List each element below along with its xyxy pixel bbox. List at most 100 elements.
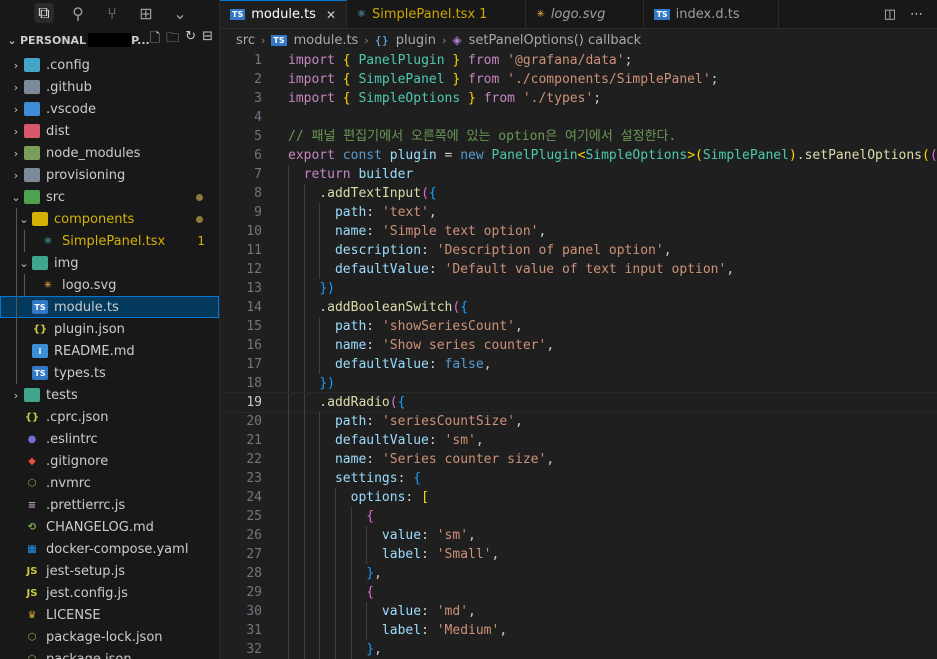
line-number: 23	[246, 471, 262, 486]
collapse-all-icon[interactable]: ⊟	[202, 29, 213, 51]
code-line: 28 },	[220, 564, 937, 583]
line-number: 22	[246, 452, 262, 467]
indent-guide	[16, 296, 17, 318]
extensions-icon[interactable]: ⊞	[136, 3, 156, 23]
code-line: 17 defaultValue: false,	[220, 355, 937, 374]
tree-item-label: dist	[46, 123, 70, 139]
tree-item[interactable]: › .config	[0, 54, 219, 76]
tree-item[interactable]: › tests	[0, 384, 219, 406]
tree-item-label: module.ts	[54, 299, 119, 315]
chevron-down-icon: ⌄	[11, 190, 21, 204]
code-line: 14 .addBooleanSwitch({	[220, 298, 937, 317]
tree-item-label: LICENSE	[46, 607, 101, 623]
tree-item-label: .prettierrc.js	[46, 497, 126, 513]
tree-item-label: .cprc.json	[46, 409, 109, 425]
tree-item[interactable]: i README.md	[0, 340, 219, 362]
tree-item-label: CHANGELOG.md	[46, 519, 154, 535]
tree-item[interactable]: ⬡ .nvmrc	[0, 472, 219, 494]
chevron-right-icon: ›	[13, 124, 19, 138]
source-control-icon[interactable]: ⑂	[102, 3, 122, 23]
code-text: path: 'text',	[334, 205, 437, 220]
tree-item[interactable]: › .github	[0, 76, 219, 98]
code-editor[interactable]: 1 import { PanelPlugin } from '@grafana/d…	[220, 51, 937, 659]
tree-item[interactable]: ⌄ components	[0, 208, 219, 230]
code-line: 15 path: 'showSeriesCount',	[220, 317, 937, 336]
line-number: 1	[254, 53, 262, 68]
chevron-right-icon: ›	[13, 58, 19, 72]
code-text: name: 'Show series counter',	[334, 338, 555, 353]
code-line: 24 options: [	[220, 488, 937, 507]
code-line: 19 .addRadio({	[220, 392, 937, 413]
search-icon[interactable]: ⚲	[68, 3, 88, 23]
tree-item[interactable]: TS module.ts	[0, 296, 219, 318]
code-text: label: 'Small',	[381, 547, 500, 562]
code-text: description: 'Description of panel optio…	[334, 243, 672, 258]
npm-icon: ⬡	[27, 631, 37, 643]
tree-item[interactable]: › provisioning	[0, 164, 219, 186]
line-number: 21	[246, 433, 262, 448]
breadcrumb-item[interactable]: plugin	[396, 33, 436, 48]
chevron-down-icon[interactable]: ⌄	[170, 3, 190, 23]
tree-item[interactable]: › node_modules	[0, 142, 219, 164]
react-icon: ⚛	[43, 235, 53, 247]
tree-item-label: jest.config.js	[46, 585, 128, 601]
tree-item[interactable]: ♛ LICENSE	[0, 604, 219, 626]
editor-tab[interactable]: TS index.d.ts	[644, 0, 779, 28]
line-number: 8	[254, 186, 262, 201]
chevron-right-icon: ›	[13, 80, 19, 94]
tree-item[interactable]: ≡ .prettierrc.js	[0, 494, 219, 516]
typescript-icon: TS	[230, 9, 246, 20]
tree-item[interactable]: › .vscode	[0, 98, 219, 120]
refresh-icon[interactable]: ↻	[185, 29, 196, 51]
chevron-right-icon: ›	[13, 146, 19, 160]
tree-item[interactable]: ● .eslintrc	[0, 428, 219, 450]
line-number: 28	[246, 566, 262, 581]
split-editor-icon[interactable]: ◫	[884, 7, 896, 22]
close-icon[interactable]: ✕	[326, 8, 336, 22]
tree-item[interactable]: ⌄ src	[0, 186, 219, 208]
code-line: 2 import { SimplePanel } from './componen…	[220, 70, 937, 89]
tree-item[interactable]: ▦ docker-compose.yaml	[0, 538, 219, 560]
code-line: 16 name: 'Show series counter',	[220, 336, 937, 355]
tree-item[interactable]: ⬡ package-lock.json	[0, 626, 219, 648]
tree-item[interactable]: ◆ .gitignore	[0, 450, 219, 472]
breadcrumb-item[interactable]: module.ts	[294, 33, 359, 48]
tree-item[interactable]: ⚛ SimplePanel.tsx 1	[0, 230, 219, 252]
code-text: {	[366, 585, 375, 600]
new-folder-icon[interactable]: 🗀	[166, 29, 179, 51]
tree-item[interactable]: TS types.ts	[0, 362, 219, 384]
line-number: 19	[246, 395, 262, 410]
editor-tab[interactable]: ✳ logo.svg	[526, 0, 645, 28]
code-text: },	[366, 566, 382, 581]
code-line: 25 {	[220, 507, 937, 526]
more-actions-icon[interactable]: ⋯	[910, 7, 923, 22]
breadcrumb-item[interactable]: src	[236, 33, 255, 48]
explorer-icon[interactable]: ⧉	[34, 3, 54, 23]
editor-tab[interactable]: TS module.ts ✕	[220, 0, 348, 28]
explorer-root-header[interactable]: ⌄ PERSONAL P... 🗋 🗀 ↻ ⊟	[0, 26, 219, 54]
code-line: 10 name: 'Simple text option',	[220, 222, 937, 241]
tree-item[interactable]: {} plugin.json	[0, 318, 219, 340]
tree-item[interactable]: › dist	[0, 120, 219, 142]
new-file-icon[interactable]: 🗋	[150, 29, 160, 51]
tree-item[interactable]: ⌄ img	[0, 252, 219, 274]
breadcrumb-item[interactable]: setPanelOptions() callback	[469, 33, 642, 48]
editor-actions: ◫ ⋯	[869, 0, 937, 28]
tree-item[interactable]: ✳ logo.svg	[0, 274, 219, 296]
line-number: 14	[246, 300, 262, 315]
tree-item[interactable]: {} .cprc.json	[0, 406, 219, 428]
sidebar-toolbar: ⧉ ⚲ ⑂ ⊞ ⌄	[0, 0, 219, 26]
code-text: .addRadio({	[288, 395, 406, 410]
svg-icon: ✳	[536, 8, 545, 20]
tree-item[interactable]: ⬡ package.json	[0, 648, 219, 659]
line-number: 20	[246, 414, 262, 429]
code-text: import { SimplePanel } from './component…	[288, 72, 719, 87]
breadcrumb: src › TS module.ts › {} plugin › ◈ setPanelOption…	[220, 29, 937, 51]
editor-tab[interactable]: ⚛ SimplePanel.tsx 1	[347, 0, 527, 28]
tree-item[interactable]: JS jest.config.js	[0, 582, 219, 604]
line-number: 9	[254, 205, 262, 220]
json-icon: {}	[32, 323, 48, 335]
tree-item[interactable]: ⟲ CHANGELOG.md	[0, 516, 219, 538]
tree-item[interactable]: JS jest-setup.js	[0, 560, 219, 582]
indent-guide	[16, 252, 17, 274]
